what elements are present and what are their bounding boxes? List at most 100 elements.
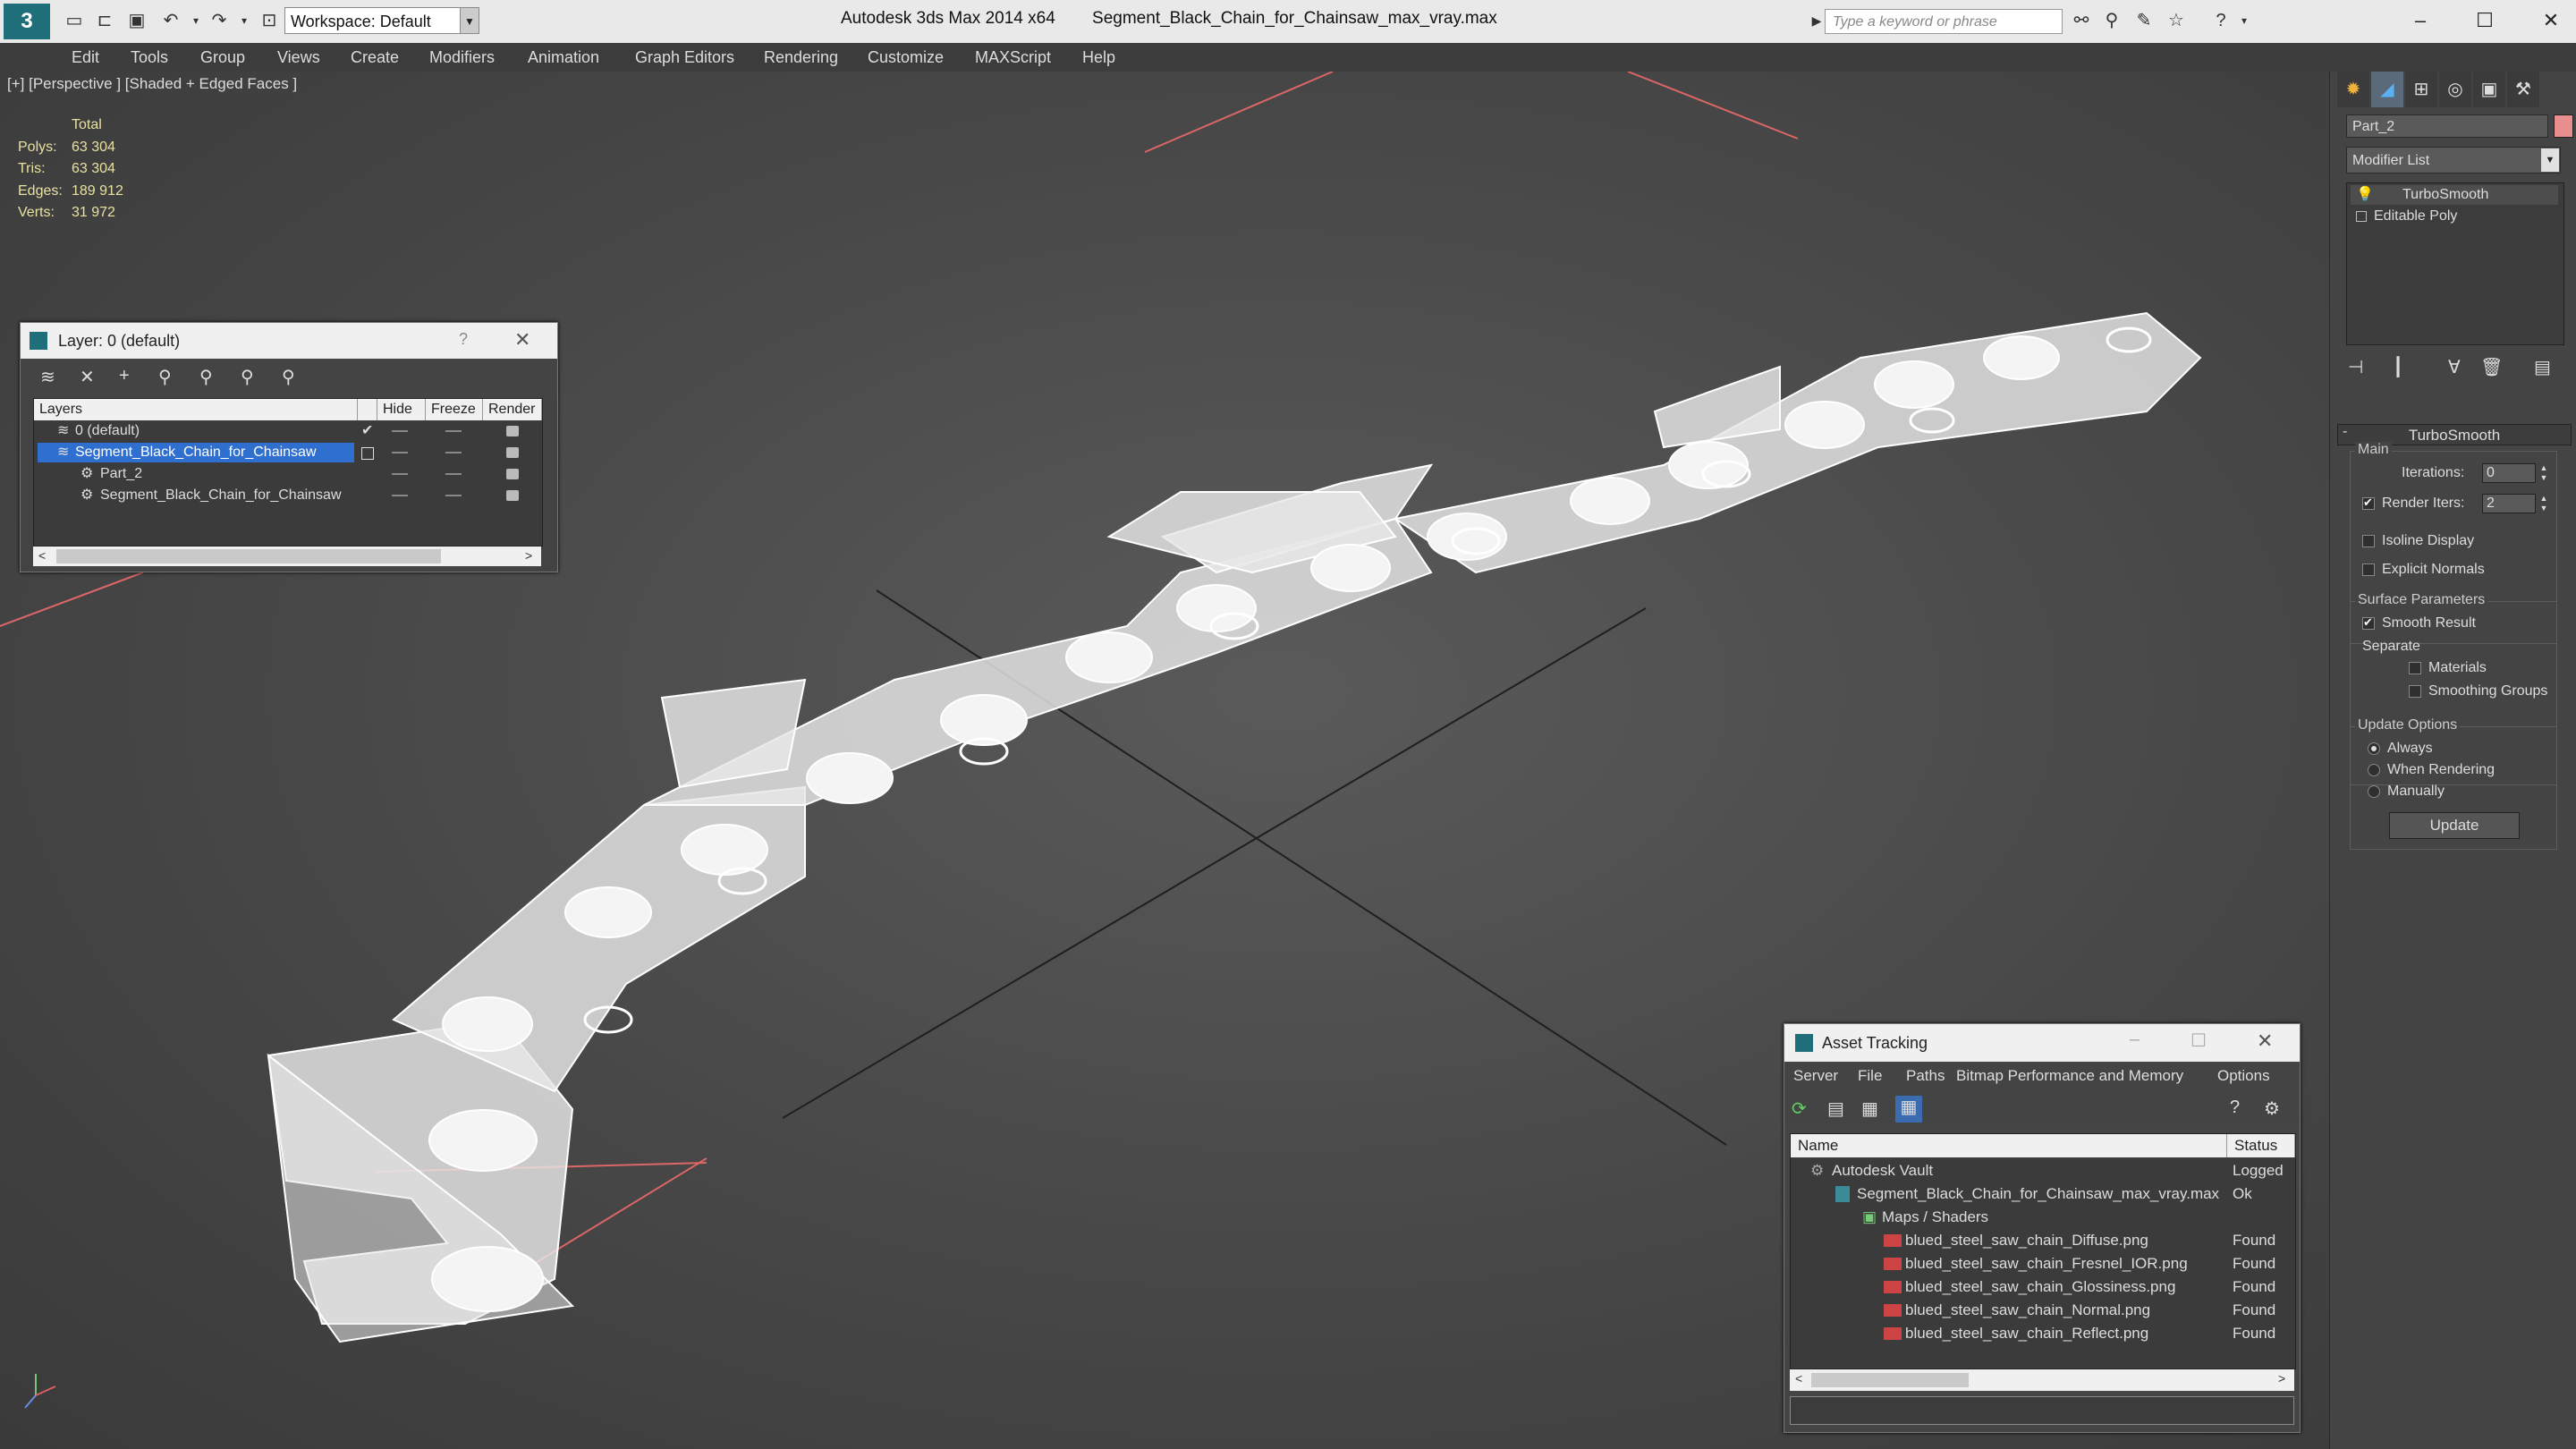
display-tab-icon[interactable]: ▣ [2473,72,2505,107]
manually-radio[interactable] [2368,785,2380,798]
asset-status-field[interactable] [1790,1396,2294,1425]
close-icon[interactable]: ✕ [514,328,530,352]
maximize-icon[interactable]: ☐ [2190,1030,2207,1052]
asset-dialog-header[interactable]: Asset Tracking – ☐ ✕ [1784,1024,2300,1062]
layer-row-selected[interactable]: ≋ Segment_Black_Chain_for_Chainsaw [34,442,542,463]
always-radio[interactable] [2368,742,2380,755]
freeze-toggle[interactable] [445,452,462,453]
hide-toggle[interactable] [392,495,408,496]
modifier-list-dropdown[interactable]: Modifier List [2346,147,2561,174]
scroll-right-icon[interactable]: > [525,548,532,563]
column-current[interactable] [358,399,377,420]
create-tab-sun-icon[interactable]: ✹ [2337,72,2369,107]
open-file-icon[interactable]: ⊏ [93,9,116,32]
column-layers[interactable]: Layers [34,399,358,420]
stack-item-editable-poly[interactable]: Editable Poly [2351,207,2558,226]
table-row[interactable]: ▣ Maps / Shaders [1791,1206,2295,1229]
render-iters-spinner[interactable]: 2 [2482,494,2536,513]
chevron-down-icon[interactable]: ▼ [460,7,479,34]
menu-rendering[interactable]: Rendering [764,48,838,67]
scroll-thumb[interactable] [56,549,441,564]
favorites-star-icon[interactable]: ☆ [2165,9,2188,32]
search-input[interactable]: Type a keyword or phrase [1825,9,2063,34]
column-name[interactable]: Name [1791,1134,2227,1157]
menu-animation[interactable]: Animation [528,48,599,67]
iterations-spinner[interactable]: 0 [2482,463,2536,483]
isoline-display-checkbox[interactable] [2362,535,2375,547]
collapse-icon[interactable]: - [2343,424,2347,440]
horizontal-scrollbar[interactable]: < > [33,547,541,566]
close-icon[interactable]: ✕ [2533,5,2569,36]
menu-create[interactable]: Create [351,48,399,67]
add-to-layer-icon[interactable]: + [119,366,130,386]
undo-dropdown-icon[interactable]: ▾ [184,9,208,32]
menu-group[interactable]: Group [200,48,245,67]
viewport-label[interactable]: [+] [Perspective ] [Shaded + Edged Faces… [7,75,297,93]
render-toggle-icon[interactable] [506,447,519,458]
hide-toggle[interactable] [392,452,408,453]
table-row[interactable]: Segment_Black_Chain_for_Chainsaw_max_vra… [1791,1182,2295,1206]
freeze-all-icon[interactable]: ⚲ [282,366,295,388]
scroll-thumb[interactable] [1811,1373,1969,1387]
horizontal-scrollbar[interactable]: < > [1790,1369,2294,1391]
help-icon[interactable]: ? [2209,9,2233,32]
asset-menu-options[interactable]: Options [2217,1067,2270,1085]
object-color-swatch[interactable] [2554,114,2573,138]
utilities-tab-icon[interactable]: ⚒ [2507,72,2539,107]
menu-maxscript[interactable]: MAXScript [975,48,1051,67]
menu-views[interactable]: Views [277,48,320,67]
freeze-toggle[interactable] [445,430,462,432]
configure-sets-icon[interactable]: ▤ [2534,356,2551,378]
menu-tools[interactable]: Tools [131,48,168,67]
layer-dialog-header[interactable]: Layer: 0 (default) ? ✕ [21,323,557,359]
smooth-result-checkbox[interactable] [2362,615,2375,630]
binoculars-icon[interactable]: ⚯ [2070,9,2093,32]
communication-icon[interactable]: ✎ [2132,9,2156,32]
redo-dropdown-icon[interactable]: ▾ [233,9,256,32]
help-icon[interactable]: ? [459,330,468,349]
close-icon[interactable]: ✕ [2257,1030,2273,1053]
table-row[interactable]: blued_steel_saw_chain_Reflect.png Found [1791,1322,2295,1345]
help-dropdown-icon[interactable]: ▾ [2233,9,2256,32]
render-iters-checkbox[interactable] [2362,496,2375,510]
modify-tab-icon[interactable]: ◢ [2371,72,2403,107]
minimize-icon[interactable]: – [2402,5,2438,36]
subscription-icon[interactable]: ⚲ [2100,9,2123,32]
materials-checkbox[interactable] [2409,662,2421,674]
undo-icon[interactable]: ↶ [159,9,182,32]
lightbulb-icon[interactable]: 💡 [2356,185,2374,205]
pin-stack-icon[interactable]: ⊣ [2348,356,2363,378]
highlight-layer-icon[interactable]: ⚲ [199,366,213,388]
expand-box-icon[interactable] [2356,211,2367,222]
scroll-left-icon[interactable]: < [1795,1371,1802,1385]
object-name-field[interactable]: Part_2 [2346,114,2548,138]
workspace-dropdown[interactable]: Workspace: Default [284,7,479,34]
show-end-result-icon[interactable]: ┃ [2393,356,2403,378]
column-render[interactable]: Render [483,399,542,420]
spinner-arrows-icon[interactable]: ▲ ▼ [2538,463,2550,483]
hide-all-icon[interactable]: ⚲ [241,366,254,388]
create-layer-icon[interactable]: ≋ [40,366,55,388]
chevron-down-icon[interactable]: ▼ [2541,148,2559,172]
stack-item-turbosmooth[interactable]: 💡 TurboSmooth [2351,185,2558,205]
table-row[interactable]: blued_steel_saw_chain_Diffuse.png Found [1791,1229,2295,1252]
hide-toggle[interactable] [392,473,408,475]
asset-menu-server[interactable]: Server [1793,1067,1838,1085]
freeze-toggle[interactable] [445,473,462,475]
new-file-icon[interactable]: ▭ [63,9,86,32]
asset-menu-paths[interactable]: Paths [1906,1067,1945,1085]
menu-edit[interactable]: Edit [72,48,99,67]
when-rendering-radio[interactable] [2368,764,2380,776]
list-view-icon[interactable]: ▤ [1827,1097,1844,1120]
current-layer-box-icon[interactable] [361,447,374,460]
asset-menu-bitmap[interactable]: Bitmap Performance and Memory [1956,1067,2183,1085]
thumbnail-view-icon[interactable]: ▦ [1861,1097,1878,1120]
column-status[interactable]: Status [2227,1134,2295,1157]
scroll-right-icon[interactable]: > [2278,1371,2285,1385]
minimize-icon[interactable]: – [2130,1030,2140,1050]
hide-toggle[interactable] [392,430,408,432]
spinner-arrows-icon[interactable]: ▲ ▼ [2538,494,2550,513]
motion-tab-icon[interactable]: ◎ [2439,72,2471,107]
column-hide[interactable]: Hide [377,399,426,420]
app-logo-icon[interactable]: 3 [4,4,50,39]
